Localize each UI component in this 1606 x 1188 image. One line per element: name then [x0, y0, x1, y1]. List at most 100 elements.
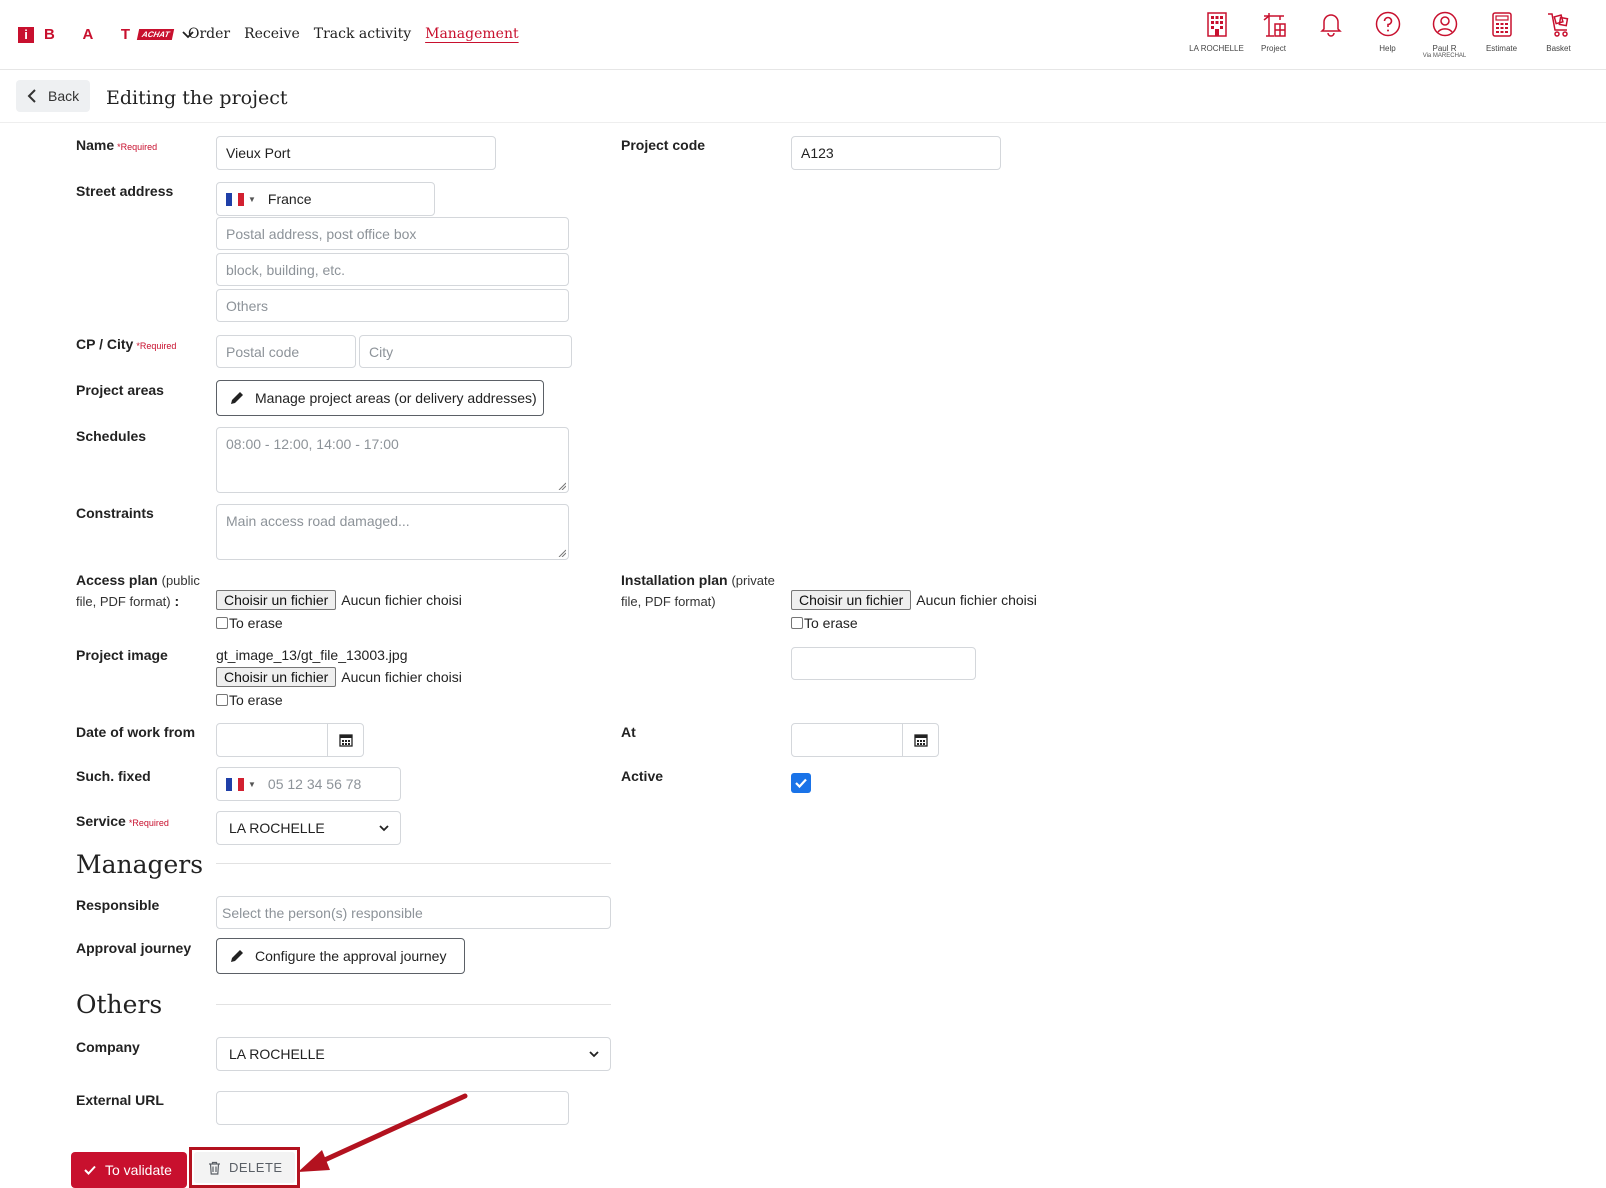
logo-i: i	[18, 26, 34, 43]
responsible-input[interactable]: Select the person(s) responsible	[216, 896, 611, 929]
others-section-title: Others	[76, 990, 163, 1019]
topnav-agency-label: LA ROCHELLE	[1189, 44, 1244, 53]
topnav-estimate[interactable]: Estimate	[1473, 10, 1530, 60]
address-line3-input[interactable]: Others	[216, 289, 569, 322]
nav-order[interactable]: Order	[188, 26, 230, 42]
topnav-basket[interactable]: Basket	[1530, 10, 1587, 60]
access-plan-choose-file-button[interactable]: Choisir un fichier	[216, 590, 337, 610]
street-address-label: Street address	[76, 183, 174, 199]
crane-icon	[1263, 13, 1286, 37]
name-input[interactable]: Vieux Port	[216, 136, 496, 170]
resize-handle-icon[interactable]	[558, 549, 566, 557]
resize-handle-icon[interactable]	[558, 482, 566, 490]
page-title: Editing the project	[106, 87, 288, 109]
calculator-icon	[1491, 12, 1512, 37]
help-icon	[1375, 11, 1400, 37]
cp-city-label: CP / City *Required	[76, 336, 176, 352]
schedules-textarea[interactable]: 08:00 - 12:00, 14:00 - 17:00	[216, 427, 569, 493]
phone-input[interactable]: ▼ 05 12 34 56 78	[216, 767, 401, 801]
project-image-current-file: gt_image_13/gt_file_13003.jpg	[216, 647, 408, 663]
topnav-notifications[interactable]	[1302, 10, 1359, 60]
logo-badge: ACHAT	[136, 29, 175, 40]
address-line2-input[interactable]: block, building, etc.	[216, 253, 569, 286]
required-tag: *Required	[136, 341, 177, 351]
approval-journey-label: Approval journey	[76, 940, 192, 956]
constraints-textarea[interactable]: Main access road damaged...	[216, 504, 569, 560]
access-plan-colon: :	[170, 593, 180, 609]
date-from-input[interactable]	[216, 723, 364, 757]
project-image-erase-label: To erase	[229, 692, 283, 708]
address-line1-input[interactable]: Postal address, post office box	[216, 217, 569, 250]
nav-track-activity[interactable]: Track activity	[314, 26, 411, 42]
constraints-placeholder: Main access road damaged...	[226, 513, 410, 529]
topnav-project-label: Project	[1261, 44, 1286, 53]
topnav-user-label: Paul R	[1432, 44, 1457, 53]
responsible-label: Responsible	[76, 897, 160, 913]
nav-management[interactable]: Management	[425, 26, 519, 42]
pencil-icon	[231, 392, 243, 404]
installation-plan-note2: file, PDF format)	[621, 594, 716, 609]
service-select[interactable]: LA ROCHELLE	[216, 811, 401, 845]
validate-button[interactable]: To validate	[71, 1152, 187, 1188]
project-code-label: Project code	[621, 137, 706, 153]
project-image-choose-file-button[interactable]: Choisir un fichier	[216, 667, 337, 687]
topnav-help[interactable]: Help	[1359, 10, 1416, 60]
back-button[interactable]: Back	[16, 80, 90, 112]
configure-approval-journey-button[interactable]: Configure the approval journey	[216, 938, 465, 974]
manage-project-areas-button[interactable]: Manage project areas (or delivery addres…	[216, 380, 544, 416]
date-from-calendar-button[interactable]	[327, 724, 363, 756]
required-tag: *Required	[117, 142, 158, 152]
access-plan-label-text: Access plan	[76, 572, 158, 588]
back-label: Back	[48, 88, 80, 104]
installation-plan-note1: (private	[731, 573, 775, 588]
external-url-label: External URL	[76, 1092, 164, 1108]
date-to-input[interactable]	[791, 723, 939, 757]
company-value: LA ROCHELLE	[229, 1046, 325, 1062]
installation-plan-label: Installation plan (private file, PDF for…	[621, 570, 781, 612]
topnav-estimate-label: Estimate	[1485, 44, 1518, 53]
nav-receive[interactable]: Receive	[244, 26, 300, 42]
header-divider	[0, 122, 1606, 123]
city-input[interactable]: City	[359, 335, 572, 368]
access-plan-erase-label: To erase	[229, 615, 283, 631]
project-areas-label: Project areas	[76, 382, 164, 398]
chevron-down-icon	[589, 1051, 599, 1058]
france-flag-icon	[226, 192, 244, 206]
access-plan-note2: file, PDF format)	[76, 594, 171, 609]
access-plan-file: Choisir un fichier Aucun fichier choisi	[216, 590, 462, 610]
installation-plan-choose-file-button[interactable]: Choisir un fichier	[791, 590, 912, 610]
bell-icon	[1319, 14, 1342, 37]
project-image-erase: To erase	[216, 692, 283, 708]
topnav-project[interactable]: Project	[1245, 10, 1302, 60]
project-image-erase-checkbox[interactable]	[216, 694, 228, 706]
access-plan-erase-checkbox[interactable]	[216, 617, 228, 629]
active-checkbox[interactable]	[791, 773, 811, 793]
ibat-logo[interactable]: i B A T ACHAT	[18, 26, 195, 43]
date-to-calendar-button[interactable]	[902, 724, 938, 756]
validate-label: To validate	[105, 1162, 172, 1178]
topnav-agency[interactable]: LA ROCHELLE	[1188, 10, 1245, 60]
topnav-help-label: Help	[1379, 44, 1396, 53]
installation-plan-erase-label: To erase	[804, 615, 858, 631]
project-image-extra-input[interactable]	[791, 647, 976, 680]
delete-button[interactable]: DELETE	[194, 1152, 295, 1183]
country-select[interactable]: ▼ France	[216, 182, 435, 216]
caret-down-icon: ▼	[248, 779, 256, 789]
project-image-file-status: Aucun fichier choisi	[341, 669, 462, 685]
installation-plan-erase-checkbox[interactable]	[791, 617, 803, 629]
managers-section-title: Managers	[76, 850, 204, 879]
date-to-label: At	[621, 724, 636, 740]
installation-plan-label-text: Installation plan	[621, 572, 728, 588]
main-nav: Order Receive Track activity Management	[188, 26, 519, 42]
others-divider	[216, 1004, 611, 1005]
company-select[interactable]: LA ROCHELLE	[216, 1037, 611, 1071]
external-url-input[interactable]	[216, 1091, 569, 1125]
chevron-left-icon	[27, 89, 36, 103]
project-image-label: Project image	[76, 647, 168, 663]
service-label-text: Service	[76, 813, 126, 829]
name-label: Name *Required	[76, 137, 157, 153]
postal-code-input[interactable]: Postal code	[216, 335, 356, 368]
topnav-user[interactable]: Paul R Via MARECHAL	[1416, 10, 1473, 60]
france-flag-icon	[226, 777, 244, 791]
project-code-input[interactable]: A123	[791, 136, 1001, 170]
